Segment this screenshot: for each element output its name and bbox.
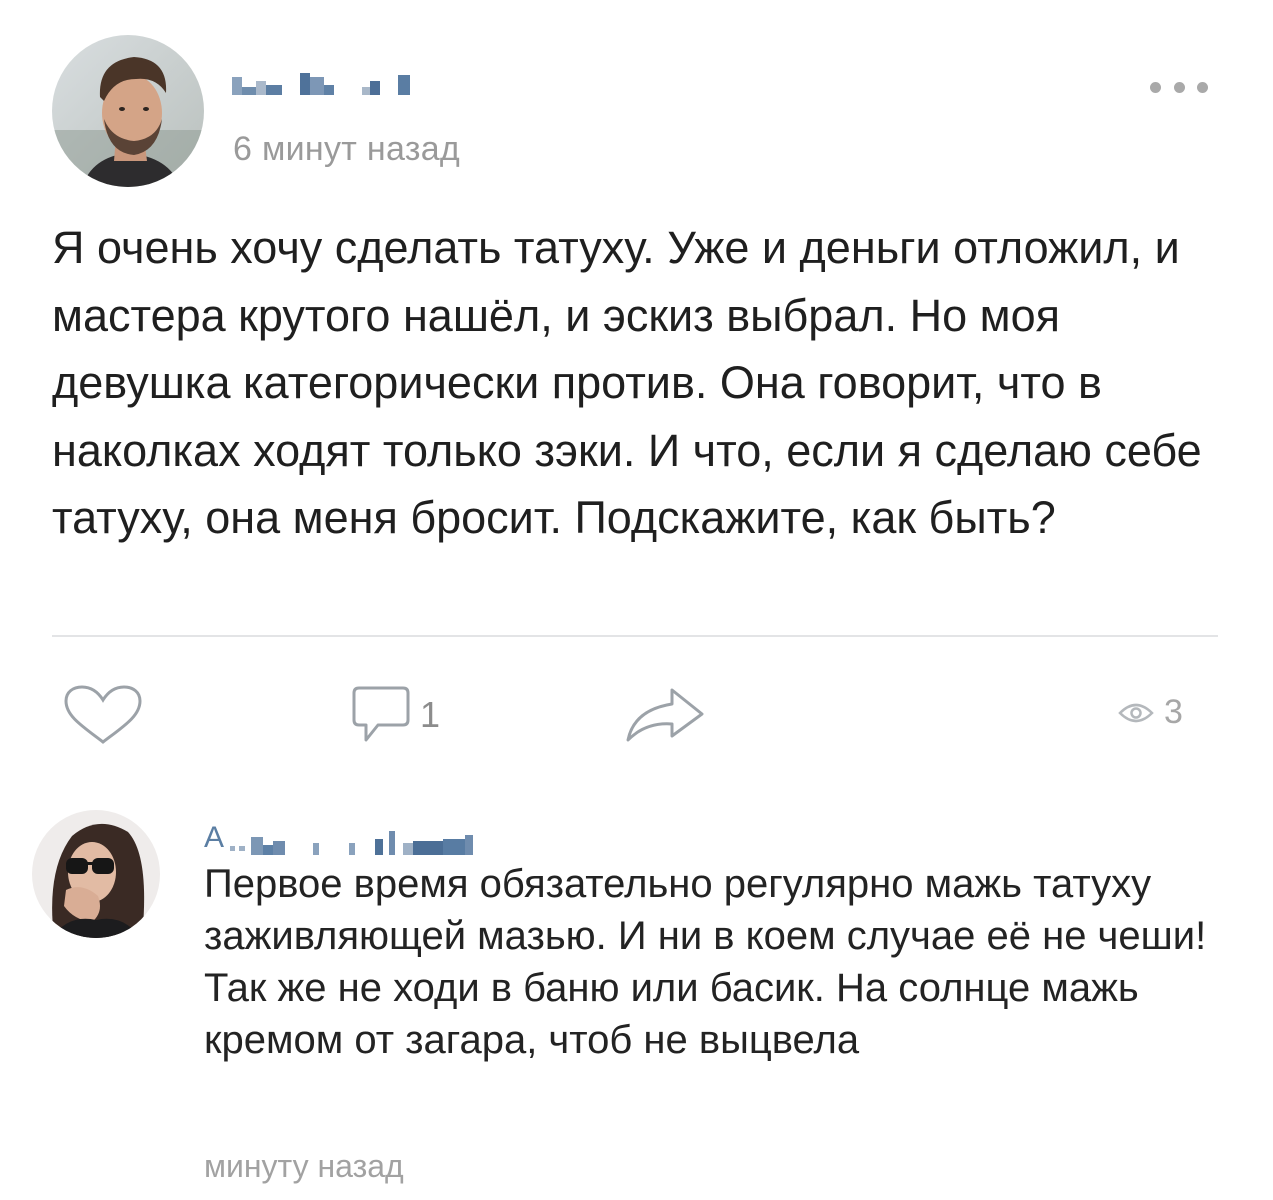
post-body-text: Я очень хочу сделать татуху. Уже и деньг… xyxy=(52,222,1202,543)
post-divider xyxy=(52,635,1218,637)
post-author-name[interactable] xyxy=(232,60,410,100)
post-timestamp: 6 минут назад xyxy=(233,130,461,168)
share-button[interactable] xyxy=(624,684,706,746)
eye-icon xyxy=(1118,703,1154,722)
comment-count: 1 xyxy=(420,694,441,735)
like-button[interactable] xyxy=(62,684,144,746)
comment-author-avatar[interactable] xyxy=(32,810,160,938)
heart-outline-icon xyxy=(64,685,142,744)
post-author-avatar[interactable] xyxy=(52,35,204,187)
pixelated-name-image xyxy=(230,825,474,855)
comment-bubble-icon xyxy=(352,686,410,742)
comment-author-initial: А xyxy=(204,821,225,854)
avatar-photo xyxy=(52,35,204,187)
more-dots-icon xyxy=(1197,81,1208,93)
views-counter: 3 xyxy=(1118,693,1183,732)
comment-button[interactable]: 1 xyxy=(350,684,440,746)
avatar-photo xyxy=(32,810,160,938)
more-dots-icon xyxy=(1150,81,1161,93)
comment-author-name[interactable]: А xyxy=(204,815,474,855)
comment-timestamp: минуту назад xyxy=(204,1148,404,1184)
views-count: 3 xyxy=(1164,693,1183,731)
comment-body-text: Первое время обязательно регулярно мажь … xyxy=(204,862,1207,1062)
more-dots-icon xyxy=(1173,81,1185,93)
share-arrow-icon xyxy=(626,688,704,742)
post-card: 6 минут назад Я очень хочу сделать татух… xyxy=(0,0,1273,1200)
pixelated-name-image xyxy=(232,65,410,95)
more-options-button[interactable] xyxy=(1150,78,1208,96)
